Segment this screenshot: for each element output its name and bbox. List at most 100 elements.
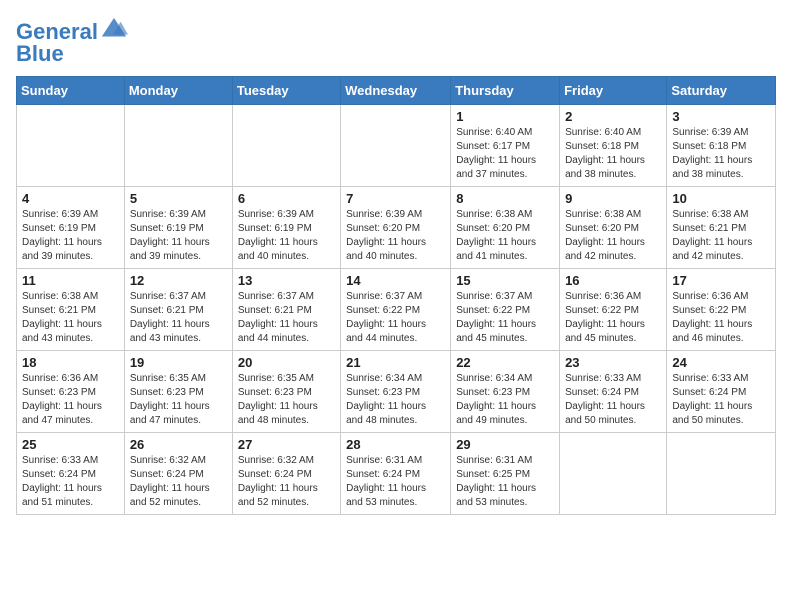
day-info: Sunrise: 6:38 AMSunset: 6:20 PMDaylight:…	[565, 209, 645, 262]
day-info: Sunrise: 6:37 AMSunset: 6:21 PMDaylight:…	[238, 291, 318, 344]
day-info: Sunrise: 6:39 AMSunset: 6:20 PMDaylight:…	[346, 209, 426, 262]
day-info: Sunrise: 6:37 AMSunset: 6:22 PMDaylight:…	[346, 291, 426, 344]
day-number: 4	[22, 191, 119, 206]
day-cell-19: 19 Sunrise: 6:35 AMSunset: 6:23 PMDayligh…	[124, 351, 232, 433]
day-cell-21: 21 Sunrise: 6:34 AMSunset: 6:23 PMDayligh…	[341, 351, 451, 433]
day-cell-29: 29 Sunrise: 6:31 AMSunset: 6:25 PMDayligh…	[451, 433, 560, 515]
logo-icon	[100, 16, 128, 44]
day-cell-24: 24 Sunrise: 6:33 AMSunset: 6:24 PMDayligh…	[667, 351, 776, 433]
day-number: 13	[238, 273, 335, 288]
day-info: Sunrise: 6:32 AMSunset: 6:24 PMDaylight:…	[238, 455, 318, 508]
day-number: 1	[456, 109, 554, 124]
day-cell-9: 9 Sunrise: 6:38 AMSunset: 6:20 PMDaylight…	[560, 187, 667, 269]
day-number: 18	[22, 355, 119, 370]
day-number: 21	[346, 355, 445, 370]
day-cell-13: 13 Sunrise: 6:37 AMSunset: 6:21 PMDayligh…	[232, 269, 340, 351]
day-number: 14	[346, 273, 445, 288]
day-cell-20: 20 Sunrise: 6:35 AMSunset: 6:23 PMDayligh…	[232, 351, 340, 433]
day-cell-12: 12Sunrise: 6:37 AMSunset: 6:21 PMDayligh…	[124, 269, 232, 351]
day-info: Sunrise: 6:31 AMSunset: 6:25 PMDaylight:…	[456, 455, 536, 508]
day-info: Sunrise: 6:39 AMSunset: 6:19 PMDaylight:…	[238, 209, 318, 262]
logo-subtext: Blue	[16, 42, 64, 66]
day-cell-1: 1 Sunrise: 6:40 AMSunset: 6:17 PMDaylight…	[451, 105, 560, 187]
day-cell-23: 23 Sunrise: 6:33 AMSunset: 6:24 PMDayligh…	[560, 351, 667, 433]
day-number: 5	[130, 191, 227, 206]
day-number: 25	[22, 437, 119, 452]
day-number: 24	[672, 355, 770, 370]
weekday-header-row: SundayMondayTuesdayWednesdayThursdayFrid…	[17, 77, 776, 105]
day-info: Sunrise: 6:39 AMSunset: 6:18 PMDaylight:…	[672, 127, 752, 180]
weekday-header-wednesday: Wednesday	[341, 77, 451, 105]
week-row-5: 25 Sunrise: 6:33 AMSunset: 6:24 PMDayligh…	[17, 433, 776, 515]
day-number: 28	[346, 437, 445, 452]
day-number: 17	[672, 273, 770, 288]
weekday-header-tuesday: Tuesday	[232, 77, 340, 105]
day-info: Sunrise: 6:40 AMSunset: 6:18 PMDaylight:…	[565, 127, 645, 180]
weekday-header-monday: Monday	[124, 77, 232, 105]
day-number: 9	[565, 191, 661, 206]
empty-cell	[17, 105, 125, 187]
day-info: Sunrise: 6:35 AMSunset: 6:23 PMDaylight:…	[238, 373, 318, 426]
day-cell-6: 6 Sunrise: 6:39 AMSunset: 6:19 PMDaylight…	[232, 187, 340, 269]
day-cell-14: 14 Sunrise: 6:37 AMSunset: 6:22 PMDayligh…	[341, 269, 451, 351]
day-info: Sunrise: 6:38 AMSunset: 6:21 PMDaylight:…	[22, 291, 102, 344]
day-cell-26: 26Sunrise: 6:32 AMSunset: 6:24 PMDayligh…	[124, 433, 232, 515]
day-info: Sunrise: 6:40 AMSunset: 6:17 PMDaylight:…	[456, 127, 536, 180]
day-info: Sunrise: 6:37 AMSunset: 6:22 PMDaylight:…	[456, 291, 536, 344]
day-number: 8	[456, 191, 554, 206]
day-cell-17: 17Sunrise: 6:36 AMSunset: 6:22 PMDayligh…	[667, 269, 776, 351]
day-cell-28: 28 Sunrise: 6:31 AMSunset: 6:24 PMDayligh…	[341, 433, 451, 515]
day-number: 19	[130, 355, 227, 370]
weekday-header-saturday: Saturday	[667, 77, 776, 105]
day-info: Sunrise: 6:33 AMSunset: 6:24 PMDaylight:…	[672, 373, 752, 426]
calendar: SundayMondayTuesdayWednesdayThursdayFrid…	[16, 76, 776, 515]
day-number: 15	[456, 273, 554, 288]
day-number: 7	[346, 191, 445, 206]
day-info: Sunrise: 6:34 AMSunset: 6:23 PMDaylight:…	[346, 373, 426, 426]
day-number: 23	[565, 355, 661, 370]
header: General Blue	[16, 16, 776, 66]
day-info: Sunrise: 6:36 AMSunset: 6:23 PMDaylight:…	[22, 373, 102, 426]
weekday-header-friday: Friday	[560, 77, 667, 105]
day-cell-4: 4 Sunrise: 6:39 AMSunset: 6:19 PMDaylight…	[17, 187, 125, 269]
week-row-1: 1 Sunrise: 6:40 AMSunset: 6:17 PMDaylight…	[17, 105, 776, 187]
logo: General Blue	[16, 20, 128, 66]
day-cell-27: 27 Sunrise: 6:32 AMSunset: 6:24 PMDayligh…	[232, 433, 340, 515]
day-cell-2: 2 Sunrise: 6:40 AMSunset: 6:18 PMDaylight…	[560, 105, 667, 187]
day-cell-18: 18 Sunrise: 6:36 AMSunset: 6:23 PMDayligh…	[17, 351, 125, 433]
day-info: Sunrise: 6:38 AMSunset: 6:20 PMDaylight:…	[456, 209, 536, 262]
day-cell-22: 22Sunrise: 6:34 AMSunset: 6:23 PMDayligh…	[451, 351, 560, 433]
empty-cell	[124, 105, 232, 187]
day-number: 20	[238, 355, 335, 370]
day-number: 6	[238, 191, 335, 206]
weekday-header-sunday: Sunday	[17, 77, 125, 105]
day-cell-11: 11 Sunrise: 6:38 AMSunset: 6:21 PMDayligh…	[17, 269, 125, 351]
empty-cell	[341, 105, 451, 187]
day-cell-25: 25 Sunrise: 6:33 AMSunset: 6:24 PMDayligh…	[17, 433, 125, 515]
day-info: Sunrise: 6:35 AMSunset: 6:23 PMDaylight:…	[130, 373, 210, 426]
day-cell-15: 15 Sunrise: 6:37 AMSunset: 6:22 PMDayligh…	[451, 269, 560, 351]
empty-cell	[232, 105, 340, 187]
day-info: Sunrise: 6:31 AMSunset: 6:24 PMDaylight:…	[346, 455, 426, 508]
day-number: 11	[22, 273, 119, 288]
day-info: Sunrise: 6:33 AMSunset: 6:24 PMDaylight:…	[565, 373, 645, 426]
day-number: 3	[672, 109, 770, 124]
day-info: Sunrise: 6:32 AMSunset: 6:24 PMDaylight:…	[130, 455, 210, 508]
day-info: Sunrise: 6:33 AMSunset: 6:24 PMDaylight:…	[22, 455, 102, 508]
week-row-4: 18 Sunrise: 6:36 AMSunset: 6:23 PMDayligh…	[17, 351, 776, 433]
day-number: 2	[565, 109, 661, 124]
week-row-2: 4 Sunrise: 6:39 AMSunset: 6:19 PMDaylight…	[17, 187, 776, 269]
day-number: 29	[456, 437, 554, 452]
day-cell-8: 8 Sunrise: 6:38 AMSunset: 6:20 PMDaylight…	[451, 187, 560, 269]
day-cell-10: 10 Sunrise: 6:38 AMSunset: 6:21 PMDayligh…	[667, 187, 776, 269]
day-cell-7: 7 Sunrise: 6:39 AMSunset: 6:20 PMDaylight…	[341, 187, 451, 269]
day-number: 10	[672, 191, 770, 206]
day-number: 12	[130, 273, 227, 288]
weekday-header-thursday: Thursday	[451, 77, 560, 105]
empty-cell	[667, 433, 776, 515]
day-number: 16	[565, 273, 661, 288]
day-number: 27	[238, 437, 335, 452]
day-info: Sunrise: 6:39 AMSunset: 6:19 PMDaylight:…	[22, 209, 102, 262]
day-info: Sunrise: 6:34 AMSunset: 6:23 PMDaylight:…	[456, 373, 536, 426]
day-info: Sunrise: 6:38 AMSunset: 6:21 PMDaylight:…	[672, 209, 752, 262]
